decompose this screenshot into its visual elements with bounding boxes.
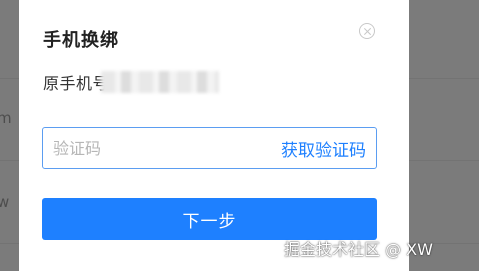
phone-rebind-dialog: 手机换绑 原手机号 获取验证码 下一步	[19, 0, 409, 271]
get-code-link[interactable]: 获取验证码	[281, 136, 366, 161]
dialog-title: 手机换绑	[43, 30, 119, 51]
verification-code-field: 获取验证码	[42, 127, 377, 169]
verification-code-input[interactable]	[53, 138, 233, 158]
original-phone-label: 原手机号	[43, 74, 110, 93]
close-icon[interactable]	[359, 23, 375, 39]
masked-phone-number	[101, 71, 220, 93]
watermark: 掘金技术社区 @ XW	[284, 240, 433, 259]
original-phone-row: 原手机号	[43, 70, 220, 94]
next-button[interactable]: 下一步	[42, 198, 377, 240]
background-text-fragment: w	[0, 193, 10, 211]
background-panel-right	[409, 0, 479, 271]
background-text-fragment: m	[0, 109, 12, 127]
